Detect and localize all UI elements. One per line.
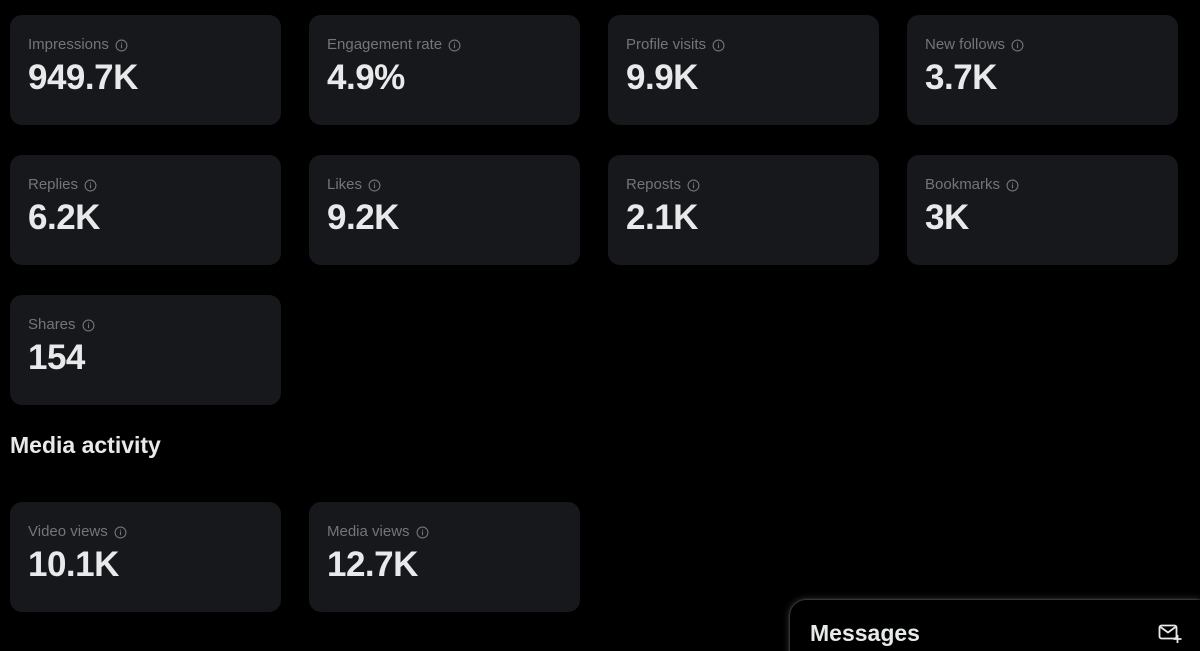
metric-label: Likes (327, 176, 363, 193)
info-icon[interactable] (1011, 39, 1024, 52)
metric-value: 2.1K (626, 198, 698, 237)
section-title-media-activity: Media activity (10, 432, 161, 458)
metric-card-likes: Likes 9.2K (309, 155, 580, 265)
metric-value: 9.9K (626, 58, 698, 97)
info-icon[interactable] (114, 526, 127, 539)
metric-card-profile-visits: Profile visits 9.9K (608, 15, 879, 125)
metric-card-media-views: Media views 12.7K (309, 502, 580, 612)
info-icon[interactable] (416, 526, 429, 539)
metric-label: Video views (28, 523, 108, 540)
info-icon[interactable] (712, 39, 725, 52)
messages-drawer[interactable]: Messages (790, 600, 1200, 651)
metric-card-new-follows: New follows 3.7K (907, 15, 1178, 125)
metric-label: Reposts (626, 176, 682, 193)
metric-value: 10.1K (28, 545, 119, 584)
metric-value: 154 (28, 338, 85, 377)
new-message-icon[interactable] (1158, 622, 1182, 644)
metric-value: 3K (925, 198, 969, 237)
metric-card-bookmarks: Bookmarks 3K (907, 155, 1178, 265)
info-icon[interactable] (687, 179, 700, 192)
metric-value: 4.9% (327, 58, 405, 97)
metric-card-impressions: Impressions 949.7K (10, 15, 281, 125)
metric-card-shares: Shares 154 (10, 295, 281, 405)
metric-card-video-views: Video views 10.1K (10, 502, 281, 612)
info-icon[interactable] (1006, 179, 1019, 192)
metric-value: 3.7K (925, 58, 997, 97)
info-icon[interactable] (82, 319, 95, 332)
metric-value: 949.7K (28, 58, 138, 97)
metric-card-reposts: Reposts 2.1K (608, 155, 879, 265)
messages-title[interactable]: Messages (810, 620, 920, 647)
metric-value: 12.7K (327, 545, 418, 584)
metric-label: New follows (925, 36, 1006, 53)
info-icon[interactable] (115, 39, 128, 52)
metric-label: Replies (28, 176, 79, 193)
metric-label: Engagement rate (327, 36, 443, 53)
info-icon[interactable] (448, 39, 461, 52)
metric-label: Profile visits (626, 36, 707, 53)
metric-card-replies: Replies 6.2K (10, 155, 281, 265)
metric-value: 9.2K (327, 198, 399, 237)
metric-label: Bookmarks (925, 176, 1001, 193)
info-icon[interactable] (84, 179, 97, 192)
metric-label: Shares (28, 316, 76, 333)
metric-label: Media views (327, 523, 410, 540)
analytics-page: Impressions 949.7K Engagement rate 4.9% … (0, 0, 1200, 651)
metric-card-engagement-rate: Engagement rate 4.9% (309, 15, 580, 125)
info-icon[interactable] (368, 179, 381, 192)
metric-label: Impressions (28, 36, 109, 53)
metric-value: 6.2K (28, 198, 100, 237)
